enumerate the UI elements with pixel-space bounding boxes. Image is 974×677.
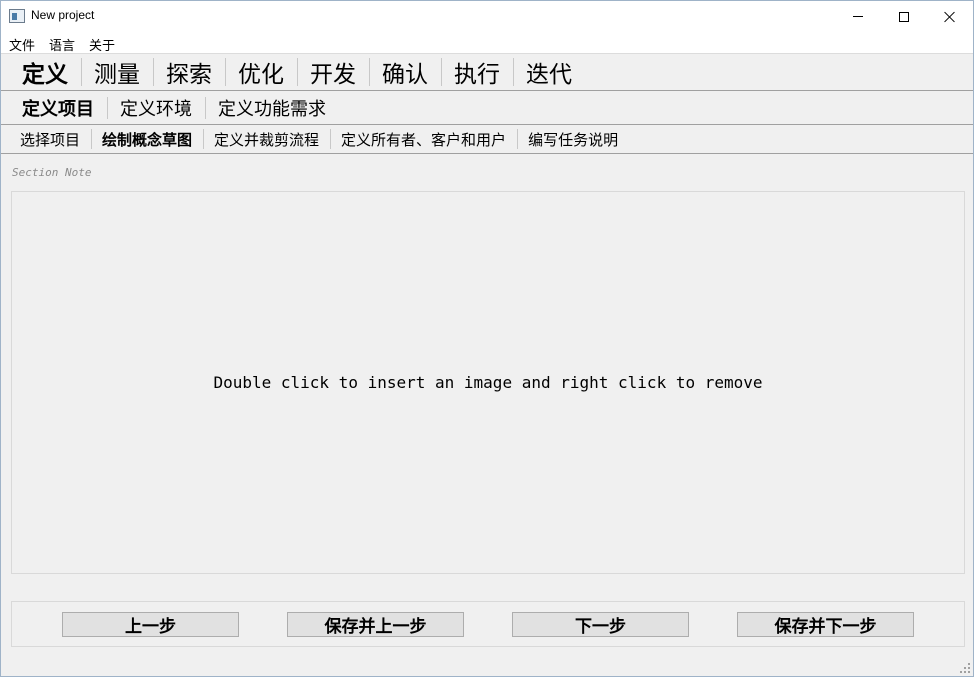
- image-drop-area[interactable]: Double click to insert an image and righ…: [11, 191, 965, 574]
- tab-execute[interactable]: 执行: [441, 55, 513, 89]
- save-next-button[interactable]: 保存并下一步: [737, 612, 914, 637]
- tab-define-requirements[interactable]: 定义功能需求: [205, 95, 339, 121]
- close-icon: [944, 11, 956, 23]
- tab-optimize[interactable]: 优化: [225, 55, 297, 89]
- tab-define-environment[interactable]: 定义环境: [107, 95, 205, 121]
- tab-mission-statement[interactable]: 编写任务说明: [517, 129, 629, 150]
- tab-concept-sketch[interactable]: 绘制概念草图: [91, 129, 203, 150]
- tab-define[interactable]: 定义: [9, 55, 81, 89]
- tertiary-tab-bar: 选择项目 绘制概念草图 定义并裁剪流程 定义所有者、客户和用户 编写任务说明: [1, 125, 973, 154]
- maximize-button[interactable]: [881, 1, 927, 32]
- maximize-icon: [899, 11, 909, 22]
- prev-button[interactable]: 上一步: [62, 612, 239, 637]
- minimize-icon: [853, 16, 863, 17]
- menu-file[interactable]: 文件: [9, 35, 35, 54]
- close-button[interactable]: [927, 1, 973, 32]
- menu-bar: 文件 语言 关于: [1, 32, 973, 54]
- tab-verify[interactable]: 确认: [369, 55, 441, 89]
- tab-iterate[interactable]: 迭代: [513, 55, 585, 89]
- tab-develop[interactable]: 开发: [297, 55, 369, 89]
- tab-explore[interactable]: 探索: [153, 55, 225, 89]
- section-note: Section Note: [12, 166, 92, 179]
- minimize-button[interactable]: [835, 1, 881, 32]
- next-button[interactable]: 下一步: [512, 612, 689, 637]
- tab-define-project[interactable]: 定义项目: [9, 95, 107, 121]
- tab-define-owners[interactable]: 定义所有者、客户和用户: [330, 129, 517, 150]
- tab-measure[interactable]: 测量: [81, 55, 153, 89]
- resize-grip-icon[interactable]: [960, 663, 970, 673]
- app-window: New project 文件 语言 关于 定义 测量 探索 优化 开发 确认 执…: [0, 0, 974, 677]
- app-icon: [9, 9, 25, 23]
- save-prev-button[interactable]: 保存并上一步: [287, 612, 464, 637]
- menu-language[interactable]: 语言: [49, 35, 75, 54]
- title-bar[interactable]: New project: [1, 1, 973, 32]
- menu-about[interactable]: 关于: [89, 35, 115, 54]
- window-title: New project: [31, 8, 95, 22]
- secondary-tab-bar: 定义项目 定义环境 定义功能需求: [1, 91, 973, 125]
- image-hint-text: Double click to insert an image and righ…: [213, 373, 763, 392]
- primary-tab-bar: 定义 测量 探索 优化 开发 确认 执行 迭代: [1, 53, 973, 91]
- navigation-panel: 上一步 保存并上一步 下一步 保存并下一步: [11, 601, 965, 647]
- tab-select-project[interactable]: 选择项目: [9, 129, 91, 150]
- tab-define-process[interactable]: 定义并裁剪流程: [203, 129, 330, 150]
